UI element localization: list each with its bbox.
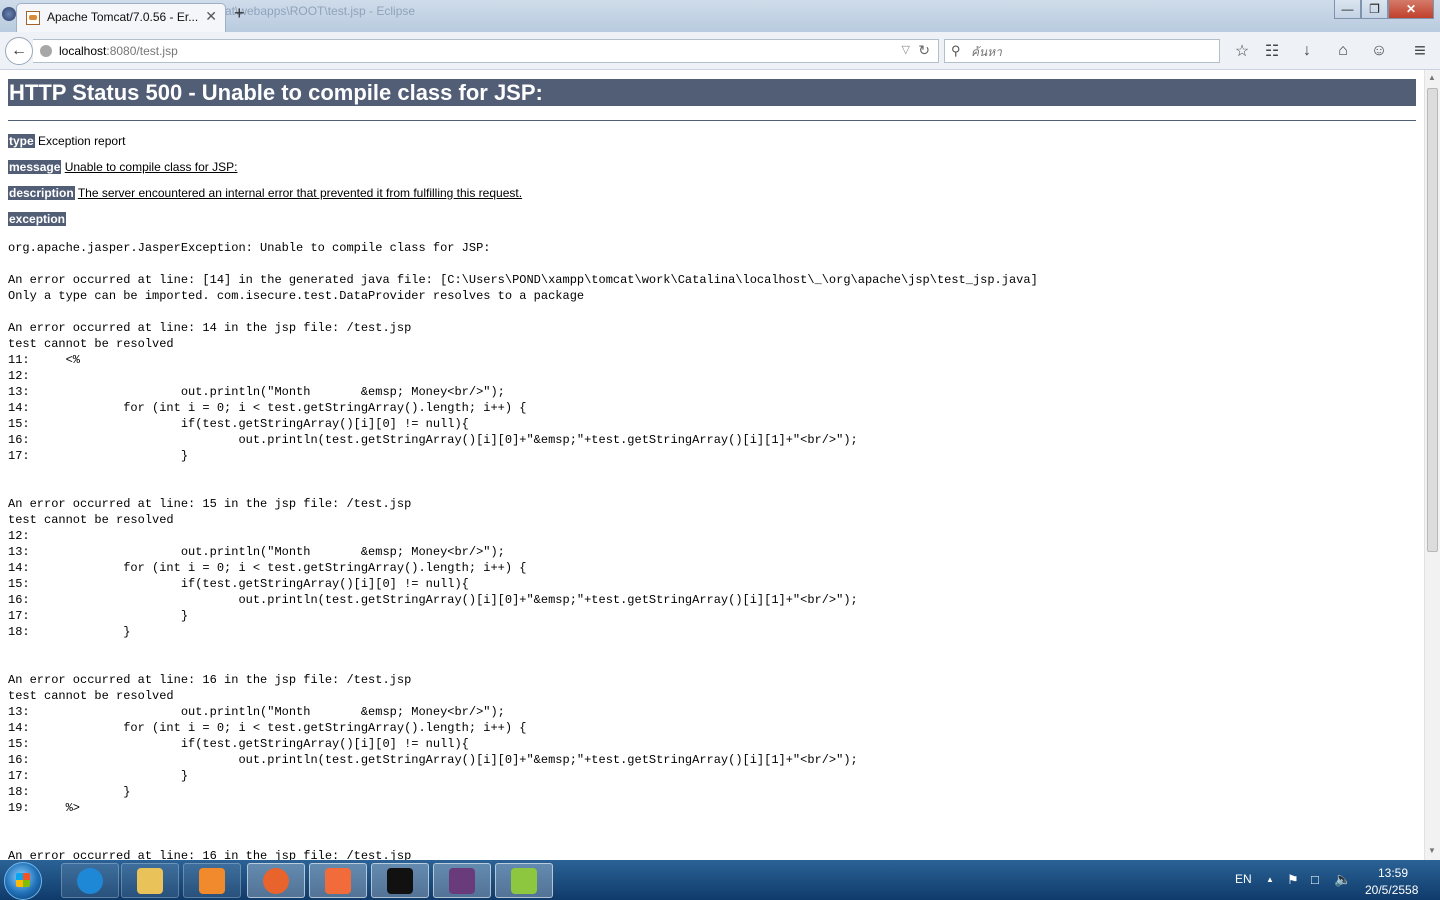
search-bar[interactable]: ⚲ xyxy=(944,39,1220,63)
file-explorer-icon xyxy=(137,867,163,894)
url-text[interactable]: localhost:8080/test.jsp xyxy=(59,44,178,58)
app-logo-icon xyxy=(2,7,16,21)
bookmark-star-icon[interactable]: ☆ xyxy=(1231,40,1253,62)
new-tab-button[interactable]: + xyxy=(234,4,245,22)
clock-date[interactable]: 20/5/2558 xyxy=(1365,883,1418,897)
exception-row: exception xyxy=(8,212,67,226)
type-value: Exception report xyxy=(38,134,126,148)
taskbar-internet-explorer-button[interactable] xyxy=(61,863,119,898)
download-icon[interactable]: ↓ xyxy=(1296,40,1318,62)
type-label: type xyxy=(8,134,35,148)
reload-icon[interactable]: ↻ xyxy=(918,42,930,59)
eclipse-ee-icon xyxy=(449,867,475,894)
taskbar-eclipse-ee-button[interactable] xyxy=(433,863,491,898)
internet-explorer-icon xyxy=(77,867,103,894)
history-dropdown-icon[interactable]: ▽ xyxy=(902,43,910,56)
xampp-icon xyxy=(325,867,351,894)
taskbar-file-explorer-button[interactable] xyxy=(121,863,179,898)
start-button[interactable] xyxy=(4,862,42,900)
scroll-down-icon[interactable]: ▼ xyxy=(1428,846,1436,855)
message-label: message xyxy=(8,160,62,174)
page-content: HTTP Status 500 - Unable to compile clas… xyxy=(0,70,1424,860)
windows-taskbar: EN ▲ ⚑ □ 🔈 13:59 20/5/2558 xyxy=(0,860,1440,900)
action-center-flag-icon[interactable]: ⚑ xyxy=(1287,872,1299,888)
tab-close-icon[interactable]: ✕ xyxy=(205,9,217,23)
search-input[interactable] xyxy=(969,42,1213,62)
minimize-button[interactable]: — xyxy=(1334,0,1361,19)
notepad-plus-plus-icon xyxy=(511,867,537,894)
volume-icon[interactable]: 🔈 xyxy=(1334,871,1351,888)
url-host: localhost xyxy=(59,44,107,58)
window-titlebar: at\webapps\ROOT\test.jsp - Eclipse Apach… xyxy=(0,0,1440,32)
type-row: type Exception report xyxy=(8,134,125,148)
message-value: Unable to compile class for JSP: xyxy=(64,160,238,174)
description-value: The server encountered an internal error… xyxy=(77,186,523,200)
vertical-scrollbar[interactable]: ▲ ▼ xyxy=(1424,70,1440,860)
tab-title: Apache Tomcat/7.0.56 - Er... xyxy=(47,10,199,24)
heading-divider xyxy=(8,120,1416,121)
url-path: :8080/test.jsp xyxy=(106,44,178,58)
exception-stack-trace: org.apache.jasper.JasperException: Unabl… xyxy=(8,241,1038,860)
language-indicator[interactable]: EN xyxy=(1235,872,1252,886)
command-prompt-icon xyxy=(387,867,413,894)
network-icon[interactable]: □ xyxy=(1311,872,1319,887)
description-label: description xyxy=(8,186,75,200)
window-controls: — ❐ ✕ xyxy=(1334,0,1434,20)
taskbar-media-player-button[interactable] xyxy=(183,863,241,898)
maximize-button[interactable]: ❐ xyxy=(1361,0,1388,19)
browser-tab[interactable]: Apache Tomcat/7.0.56 - Er... ✕ xyxy=(16,3,226,32)
show-hidden-icons-icon[interactable]: ▲ xyxy=(1266,875,1274,884)
media-player-icon xyxy=(199,867,225,894)
navigation-toolbar: ← localhost:8080/test.jsp ▽ ↻ ⚲ ☆ ☷ ↓ ⌂ … xyxy=(0,32,1440,70)
chat-icon[interactable]: ☺ xyxy=(1368,40,1390,62)
description-row: description The server encountered an in… xyxy=(8,186,522,200)
taskbar-command-prompt-button[interactable] xyxy=(371,863,429,898)
reading-list-icon[interactable]: ☷ xyxy=(1261,40,1283,62)
globe-icon xyxy=(40,45,52,57)
scrollbar-thumb[interactable] xyxy=(1427,88,1438,552)
message-row: message Unable to compile class for JSP: xyxy=(8,160,237,174)
back-button[interactable]: ← xyxy=(5,37,33,65)
search-icon: ⚲ xyxy=(951,43,961,58)
clock-time[interactable]: 13:59 xyxy=(1378,866,1408,880)
taskbar-notepad-plus-plus-button[interactable] xyxy=(495,863,553,898)
taskbar-xampp-button[interactable] xyxy=(309,863,367,898)
scroll-up-icon[interactable]: ▲ xyxy=(1428,73,1436,82)
background-window-title: at\webapps\ROOT\test.jsp - Eclipse xyxy=(225,4,416,18)
tomcat-favicon-icon xyxy=(26,11,40,25)
page-title: HTTP Status 500 - Unable to compile clas… xyxy=(8,79,1416,106)
home-icon[interactable]: ⌂ xyxy=(1332,40,1354,62)
taskbar-firefox-button[interactable] xyxy=(247,863,305,898)
exception-label: exception xyxy=(8,212,67,226)
close-window-button[interactable]: ✕ xyxy=(1388,0,1434,19)
menu-icon[interactable]: ≡ xyxy=(1409,40,1431,62)
firefox-icon xyxy=(263,867,289,894)
url-bar[interactable]: localhost:8080/test.jsp ▽ ↻ xyxy=(33,39,939,63)
